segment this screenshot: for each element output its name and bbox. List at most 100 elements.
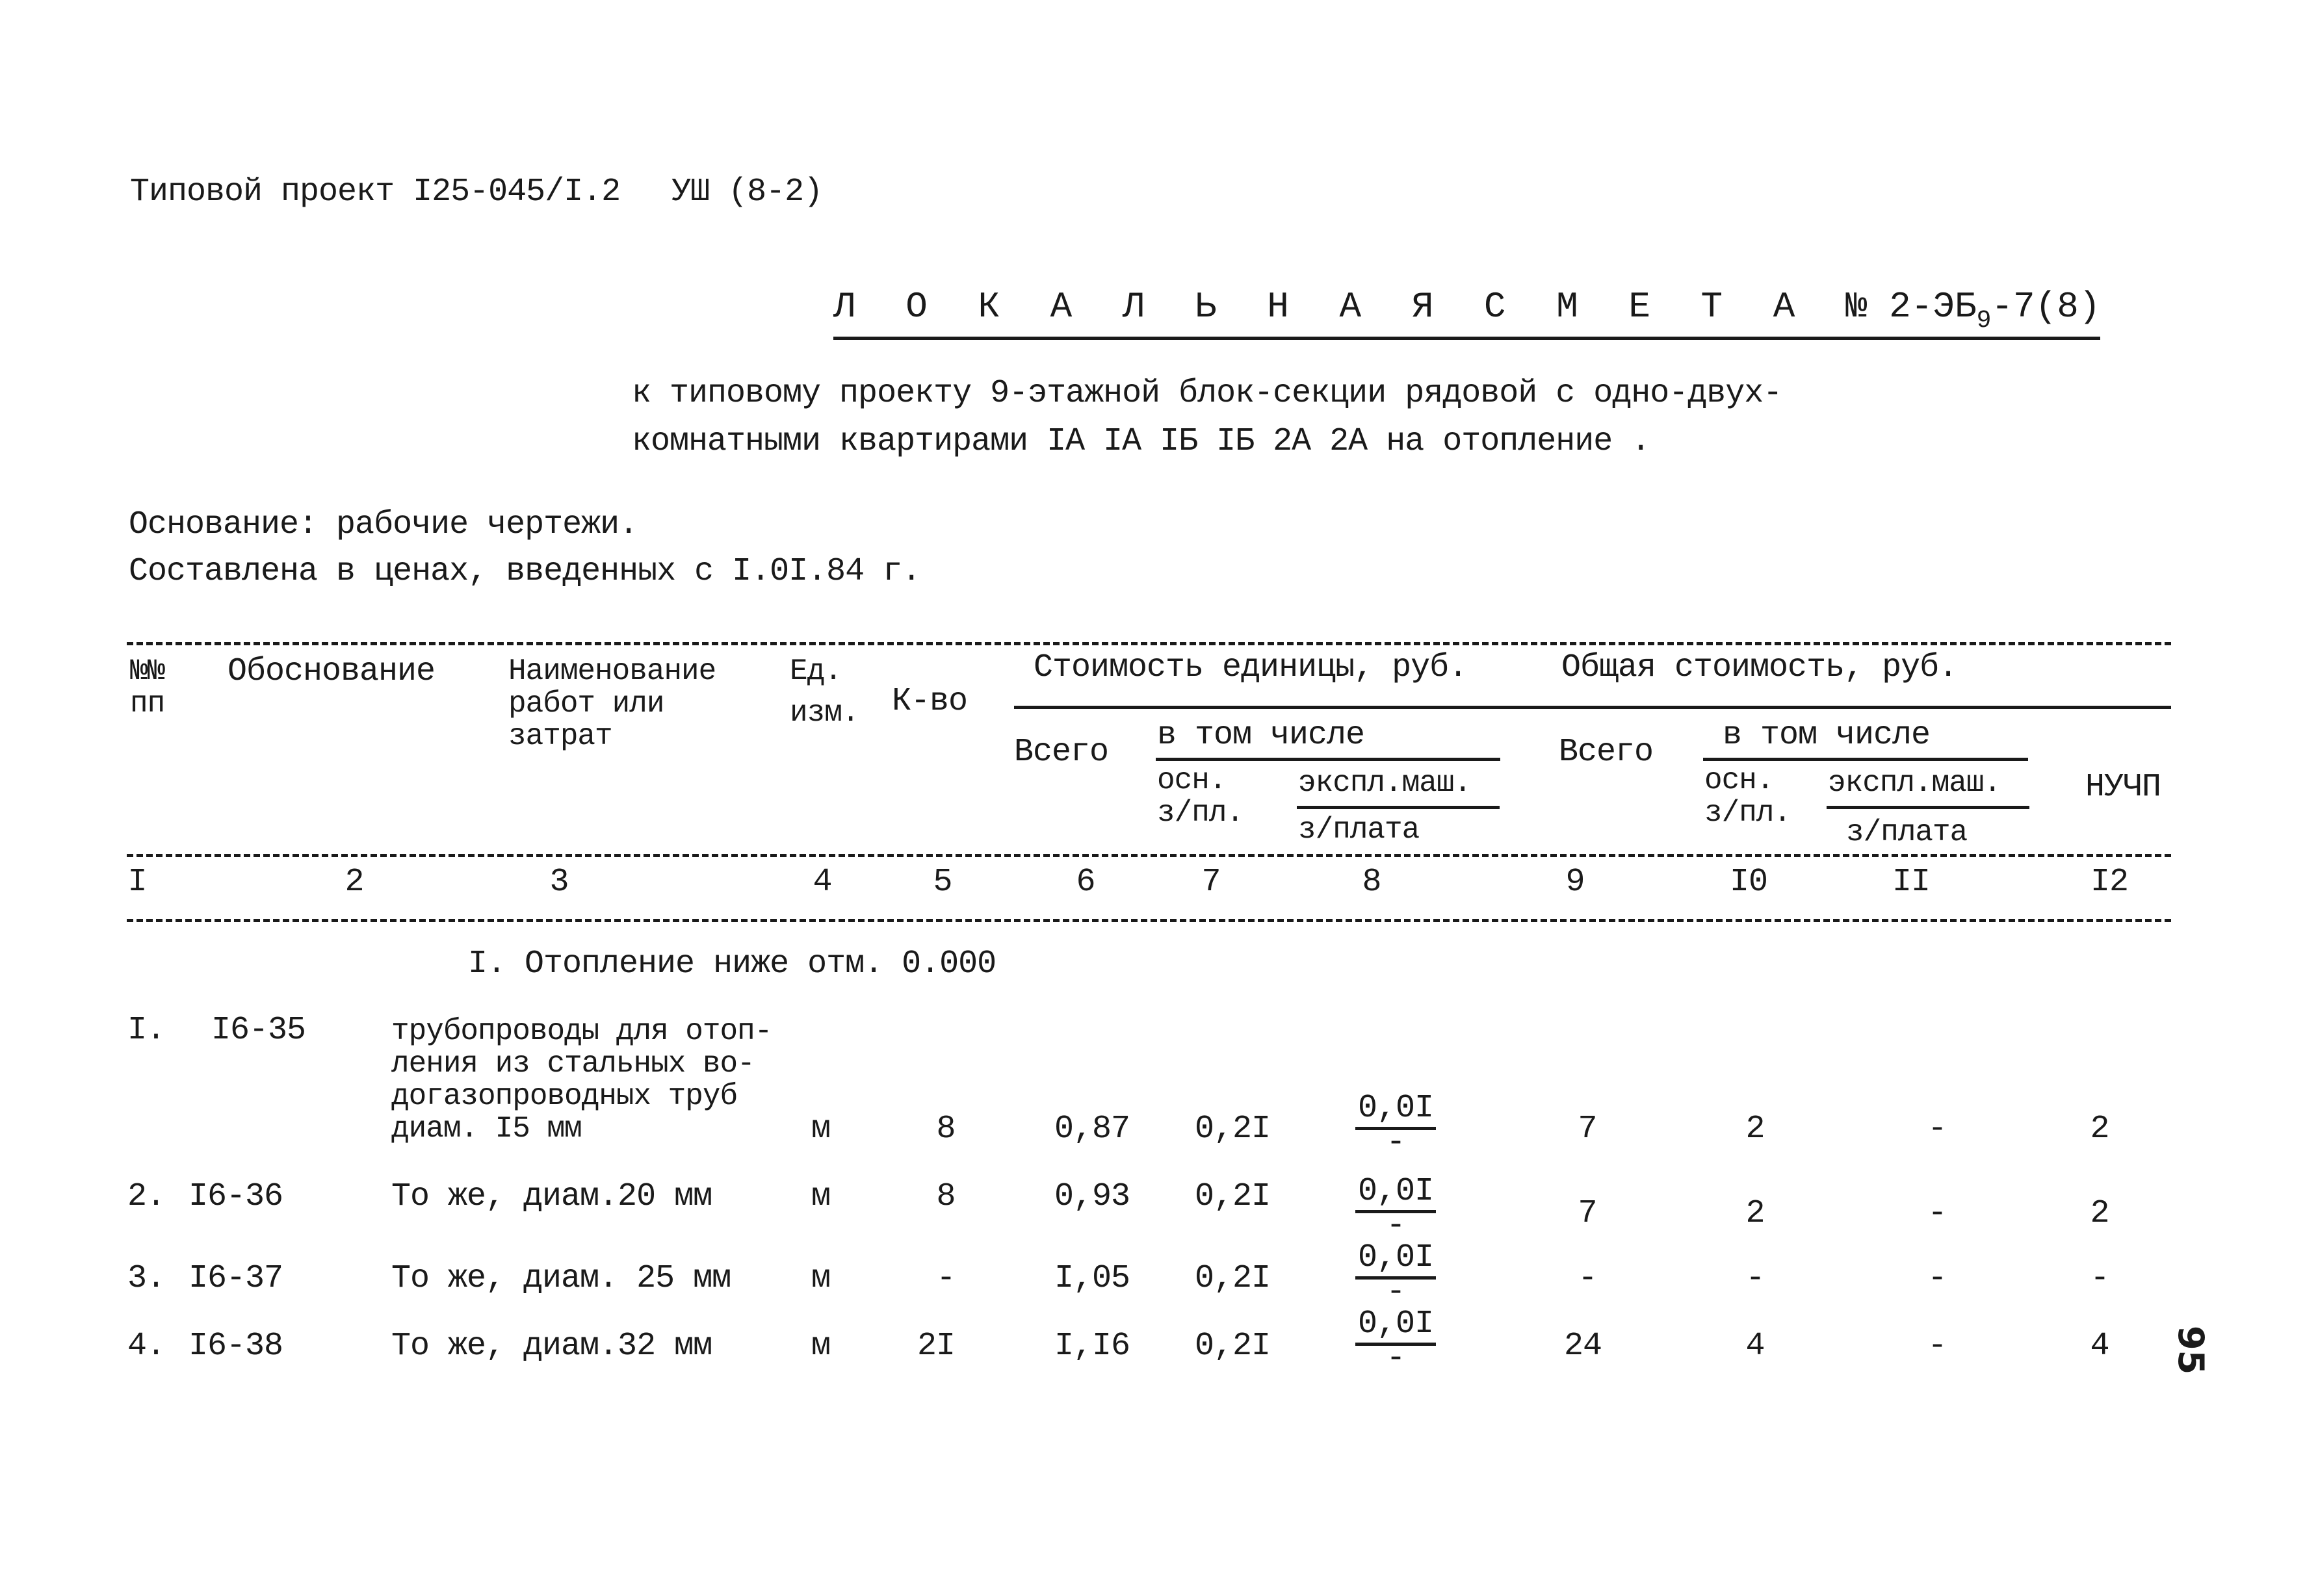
row-total-base-wage: 4 [1745, 1328, 1765, 1365]
incl-rule-unit [1156, 758, 1500, 761]
header-qty: К-во [892, 683, 968, 720]
row-unit-base-wage: 0,2I [1195, 1260, 1271, 1297]
header-total-incl: в том числе [1723, 717, 1931, 754]
row-unit-total: 0,93 [1054, 1178, 1130, 1215]
header-name-line2: работ или [508, 687, 664, 721]
machine-rule-unit [1297, 806, 1500, 809]
column-number: 9 [1565, 864, 1585, 901]
row-total-machine: - [1927, 1111, 1947, 1148]
basis-line: Основание: рабочие чертежи. [129, 506, 638, 543]
row-unit-machine-wage: - [1386, 1207, 1406, 1244]
row-unit: м [811, 1178, 831, 1215]
row-nuchp: - [2090, 1260, 2109, 1297]
row-unit: м [811, 1260, 831, 1297]
row-unit: м [811, 1111, 831, 1148]
row-unit-total: I,I6 [1054, 1328, 1130, 1365]
incl-rule-total [1703, 758, 2028, 761]
header-num: №№ пп [130, 655, 165, 720]
row-unit-machine: 0,0I - [1355, 1306, 1437, 1377]
row-total-base-wage: 2 [1745, 1195, 1765, 1232]
row-total: 24 [1563, 1328, 1602, 1365]
header-total-cost-group: Общая стоимость, руб. [1561, 649, 1958, 686]
row-name-line: ления из стальных во- [391, 1047, 755, 1081]
column-number: 7 [1201, 864, 1221, 901]
row-total: 7 [1578, 1195, 1597, 1232]
subtitle-line-1: к типовому проекту 9-этажной блок-секции… [632, 375, 1782, 412]
header-name-line1: Наименование [508, 654, 716, 688]
row-code: I6-35 [211, 1012, 306, 1049]
header-bottom-rule [127, 854, 2171, 857]
row-unit-base-wage: 0,2I [1195, 1111, 1271, 1148]
row-unit-machine: 0,0I - [1355, 1240, 1437, 1311]
header-total-base-wage: осн. з/пл. [1704, 764, 1791, 829]
row-name-line: догазопроводных труб [391, 1079, 738, 1113]
row-nuchp: 2 [2090, 1195, 2109, 1232]
row-unit-total: 0,87 [1054, 1111, 1130, 1148]
row-total-machine: - [1927, 1328, 1947, 1365]
row-total-base-wage: - [1745, 1260, 1765, 1297]
header-name: Наименование работ или затрат [508, 655, 716, 753]
row-unit-machine: 0,0I - [1355, 1090, 1437, 1161]
estimate-number-prefix: № 2-ЭБ [1845, 286, 1977, 328]
header-unit-base-wage-line2: з/пл. [1157, 796, 1244, 830]
column-number: I [127, 864, 147, 901]
row-unit-machine-wage: - [1386, 1340, 1406, 1377]
estimate-number: № 2-ЭБ9-7(8) [1845, 286, 2100, 335]
column-number: II [1892, 864, 1931, 901]
header-unit: Ед. изм. [790, 655, 859, 729]
row-code: I6-36 [189, 1178, 283, 1215]
row-name: То же, диам.20 мм [391, 1178, 712, 1215]
row-number: I. [127, 1012, 166, 1049]
header-total-base-wage-line1: осн. [1704, 764, 1774, 797]
header-unit-line2: изм. [790, 696, 859, 730]
row-code: I6-37 [189, 1260, 283, 1297]
row-name: То же, диам. 25 мм [391, 1260, 731, 1297]
row-name: То же, диам.32 мм [391, 1328, 712, 1365]
row-qty: 8 [936, 1111, 956, 1148]
row-unit-machine: 0,0I - [1355, 1174, 1437, 1244]
header-nuchp: НУЧП [2085, 769, 2161, 806]
row-qty: 8 [936, 1178, 956, 1215]
section-title: I. Отопление ниже отм. 0.000 [468, 946, 996, 983]
header-total-base-wage-line2: з/пл. [1704, 796, 1791, 830]
header-total-machine: экспл.маш. [1828, 766, 2001, 800]
column-number: 4 [813, 864, 832, 901]
row-unit-total: I,05 [1054, 1260, 1130, 1297]
header-unit-machine: экспл.маш. [1298, 766, 1472, 800]
project-ref-text: Типовой проект I25-045/I.2 [130, 174, 621, 211]
row-unit-base-wage: 0,2I [1195, 1178, 1271, 1215]
row-number: 2. [127, 1178, 166, 1215]
row-unit-machine-wage: - [1386, 1124, 1406, 1161]
column-numbers-rule [127, 919, 2171, 922]
project-reference: Типовой проект I25-045/I.2 УШ (8-2) [130, 174, 823, 211]
header-total-machine-wage: з/плата [1846, 816, 1968, 849]
header-unit-cost-group: Стоимость единицы, руб. [1034, 649, 1468, 686]
row-name-line: трубопроводы для отоп- [391, 1014, 772, 1048]
row-number: 4. [127, 1328, 166, 1365]
table-top-rule [127, 642, 2171, 645]
row-name: трубопроводы для отоп- ления из стальных… [391, 1015, 772, 1145]
prices-line: Составлена в ценах, введенных с I.0I.84 … [129, 553, 921, 590]
row-nuchp: 4 [2090, 1328, 2109, 1365]
page-number: 95 [2170, 1326, 2211, 1375]
row-unit-machine-wage: - [1386, 1274, 1406, 1311]
title-label: Л О К А Л Ь Н А Я С М Е Т А [833, 286, 1810, 328]
column-number: 6 [1076, 864, 1095, 901]
header-unit-machine-wage: з/плата [1298, 813, 1420, 847]
document-title: Л О К А Л Ь Н А Я С М Е Т А № 2-ЭБ9-7(8) [833, 286, 2101, 340]
row-total-machine: - [1927, 1260, 1947, 1297]
row-unit: м [811, 1328, 831, 1365]
header-unit-incl: в том числе [1157, 717, 1365, 754]
row-name-line: диам. I5 мм [391, 1112, 582, 1146]
column-number: I0 [1729, 864, 1768, 901]
column-number: 3 [549, 864, 569, 901]
row-nuchp: 2 [2090, 1111, 2109, 1148]
row-number: 3. [127, 1260, 166, 1297]
row-total: - [1578, 1260, 1597, 1297]
album-ref-text: УШ (8-2) [671, 174, 823, 211]
cost-group-rule [1014, 706, 2171, 709]
column-number: I2 [2090, 864, 2129, 901]
estimate-number-subscript: 9 [1976, 307, 1992, 335]
column-number: 8 [1362, 864, 1381, 901]
header-unit-base-wage: осн. з/пл. [1157, 764, 1244, 829]
